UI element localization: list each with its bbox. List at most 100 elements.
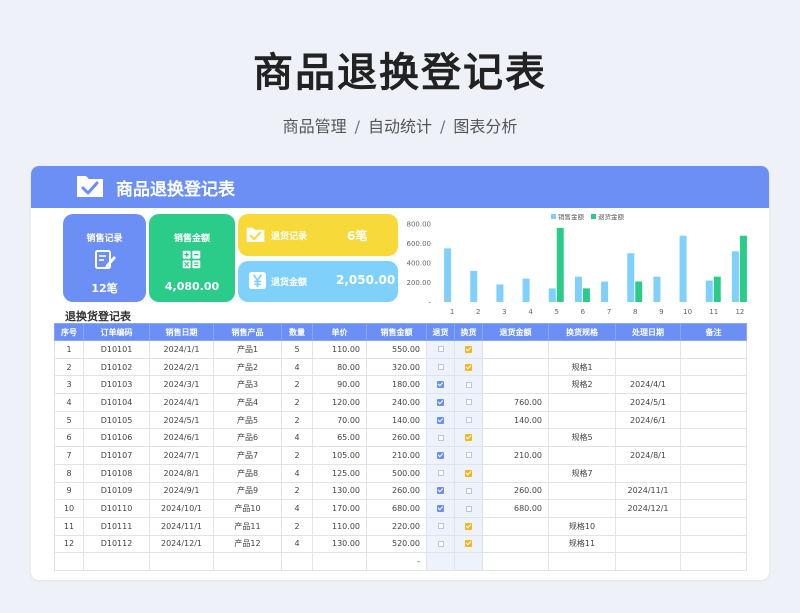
table-cell: 2024/6/1 [149, 428, 214, 448]
table-cell: D10105 [83, 410, 150, 430]
table-cell: 4 [281, 499, 313, 518]
column-header[interactable]: 销售日期 [149, 323, 214, 341]
table-row: 3 D10103 2024/3/1 产品3 2 90.00 180.00 规格2 2024/4/… [54, 375, 747, 395]
table-cell: 760.00 [482, 393, 549, 412]
table-cell: 140.00 [482, 410, 549, 430]
table-cell: 产品1 [213, 340, 282, 359]
calculator-icon [182, 250, 201, 269]
table-cell: 2 [281, 410, 313, 430]
table-cell [454, 552, 483, 571]
column-header[interactable]: 订单编码 [83, 323, 150, 341]
column-header[interactable]: 销售产品 [213, 323, 282, 341]
column-header[interactable]: 退货金额 [482, 323, 549, 341]
return-checkbox[interactable] [437, 540, 444, 547]
return-amount-value: 2,050.00 [336, 273, 396, 287]
table-cell: D10111 [83, 516, 150, 536]
table-cell: 2024/4/1 [615, 375, 681, 395]
column-header[interactable]: 销售金额 [366, 323, 427, 341]
x-tick-label: 5 [555, 308, 559, 316]
table-cell: D10109 [83, 481, 150, 501]
exchange-checkbox[interactable] [465, 363, 472, 371]
table-cell [426, 375, 455, 395]
card-header-title: 商品退换登记表 [116, 180, 235, 200]
monthly-bar-chart: 800.00600.00400.00200.00-1 2 3 4 5 6 7 8 9 10 11 12… [407, 214, 747, 316]
column-header[interactable]: 单价 [312, 323, 367, 341]
exchange-checkbox[interactable] [465, 540, 472, 548]
column-header[interactable]: 退货 [426, 323, 455, 341]
folder-check-icon [246, 227, 265, 242]
table-cell [426, 428, 455, 448]
table-cell [426, 463, 455, 483]
table-cell: 产品12 [213, 534, 282, 554]
table-cell [454, 428, 483, 448]
table-cell [482, 552, 549, 571]
table-row: 10 D10110 2024/10/1 产品10 4 170.00 680.00 680.00… [54, 499, 747, 518]
column-header[interactable]: 处理日期 [615, 323, 681, 341]
table-cell [54, 552, 84, 571]
exchange-checkbox[interactable] [465, 452, 472, 459]
column-header[interactable]: 换货规格 [548, 323, 616, 341]
bar-sales [601, 281, 609, 302]
sales-amount-tile: 销售金额 4,080.00 [149, 214, 235, 302]
table-row: 8 D10108 2024/8/1 产品8 4 125.00 500.00 规格7 [54, 463, 747, 483]
x-tick-label: 12 [735, 308, 744, 316]
table-cell: D10102 [83, 357, 150, 377]
return-checkbox[interactable] [437, 505, 444, 513]
table-cell: 4 [281, 357, 313, 377]
table-cell: 4 [281, 534, 313, 554]
exchange-checkbox[interactable] [465, 505, 472, 512]
column-header[interactable]: 数量 [281, 323, 313, 341]
return-checkbox[interactable] [437, 487, 444, 495]
card-header: 商品退换登记表 [31, 166, 769, 208]
return-checkbox[interactable] [437, 523, 444, 530]
table-cell: D10110 [83, 499, 150, 518]
table-cell: 680.00 [482, 499, 549, 518]
table-cell: 规格7 [548, 463, 616, 483]
return-checkbox[interactable] [437, 434, 444, 441]
table-cell [454, 410, 483, 430]
bar-return [635, 281, 643, 302]
exchange-checkbox[interactable] [465, 487, 472, 494]
return-checkbox[interactable] [437, 346, 444, 353]
table-cell: D10104 [83, 393, 150, 412]
table-cell [548, 552, 616, 571]
table-cell [680, 446, 747, 465]
exchange-checkbox[interactable] [465, 434, 472, 442]
return-checkbox[interactable] [437, 470, 444, 477]
legend-label: 退货金额 [598, 214, 625, 221]
table-cell: 105.00 [312, 446, 367, 465]
exchange-checkbox[interactable] [465, 417, 472, 424]
page-subtitle: 商品管理 / 自动统计 / 图表分析 [0, 113, 800, 137]
return-checkbox[interactable] [437, 451, 444, 459]
exchange-checkbox[interactable] [465, 399, 472, 406]
exchange-checkbox[interactable] [465, 469, 472, 477]
y-tick-label: 200.00 [407, 279, 432, 287]
return-checkbox[interactable] [437, 381, 444, 389]
table-cell: 220.00 [366, 516, 427, 536]
column-header[interactable]: 序号 [54, 323, 84, 341]
table-cell: 规格2 [548, 375, 616, 395]
table-row: 2 D10102 2024/2/1 产品2 4 80.00 320.00 规格1 [54, 357, 747, 377]
table-cell: 180.00 [366, 375, 427, 395]
table-cell: 2024/6/1 [615, 410, 681, 430]
table-cell [615, 463, 681, 483]
return-checkbox[interactable] [437, 416, 444, 424]
bar-return [556, 227, 564, 302]
table-caption: 退换货登记表 [65, 310, 131, 323]
y-tick-label: 600.00 [407, 240, 432, 248]
return-amount-tile: 退货金额 2,050.00 [238, 261, 398, 302]
exchange-checkbox[interactable] [465, 345, 472, 353]
return-checkbox[interactable] [437, 364, 444, 371]
table-cell [680, 463, 747, 483]
table-cell: 260.00 [482, 481, 549, 501]
return-checkbox[interactable] [437, 398, 444, 406]
column-header[interactable]: 备注 [680, 323, 747, 341]
bar-sales [522, 278, 530, 302]
exchange-checkbox[interactable] [465, 381, 472, 388]
table-cell: D10108 [83, 463, 150, 483]
table-cell [454, 340, 483, 359]
bar-return [713, 276, 721, 302]
table-row: 6 D10106 2024/6/1 产品6 4 65.00 260.00 规格5 [54, 428, 747, 448]
exchange-checkbox[interactable] [465, 522, 472, 530]
column-header[interactable]: 换货 [454, 323, 483, 341]
